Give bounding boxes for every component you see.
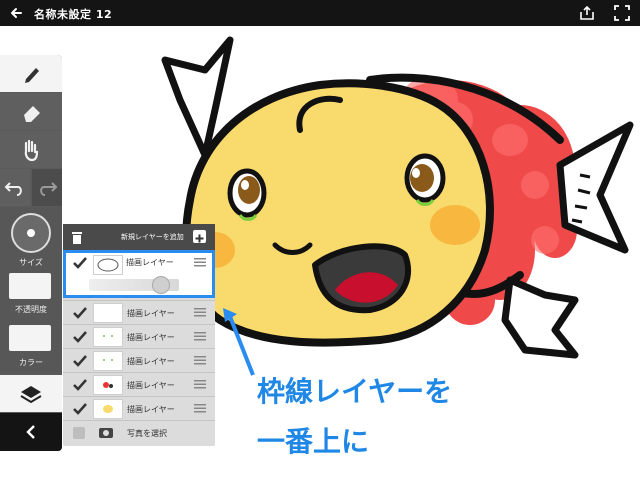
trash-icon[interactable] bbox=[71, 230, 83, 244]
layer-visibility-checkbox[interactable] bbox=[73, 331, 87, 343]
drag-handle-icon[interactable] bbox=[194, 404, 206, 413]
hand-tool-button[interactable] bbox=[0, 131, 62, 168]
undo-button[interactable] bbox=[0, 169, 30, 206]
layer-visibility-checkbox[interactable] bbox=[73, 403, 87, 415]
layers-button[interactable] bbox=[0, 375, 62, 412]
annotation-line-2: 一番上に bbox=[257, 425, 370, 458]
brush-size-control[interactable] bbox=[11, 213, 51, 253]
redo-button[interactable] bbox=[32, 169, 62, 206]
drag-handle-icon[interactable] bbox=[194, 356, 206, 365]
pen-tool-button[interactable] bbox=[0, 55, 62, 92]
opacity-label: 不透明度 bbox=[15, 305, 47, 314]
layer-row[interactable]: 描画レイヤー bbox=[63, 348, 215, 372]
opacity-swatch[interactable] bbox=[9, 273, 51, 299]
layer-visibility-checkbox[interactable] bbox=[73, 307, 87, 319]
layer-visibility-checkbox[interactable] bbox=[73, 427, 85, 439]
layer-name: 描画レイヤー bbox=[127, 357, 175, 366]
layers-header: 新規レイヤーを追加 bbox=[63, 224, 215, 250]
collapse-toolbar-button[interactable] bbox=[0, 413, 62, 451]
layer-row[interactable]: 描画レイヤー bbox=[63, 324, 215, 348]
layer-name: 描画レイヤー bbox=[127, 333, 175, 342]
instruction-annotation: 枠線レイヤーを 一番上に bbox=[257, 367, 452, 467]
layer-visibility-checkbox[interactable] bbox=[73, 379, 87, 391]
layer-thumbnail bbox=[93, 255, 123, 275]
photo-select-row[interactable]: 写真を選択 bbox=[63, 420, 215, 444]
brush-size-dot bbox=[27, 229, 35, 237]
layer-opacity-slider[interactable] bbox=[89, 276, 179, 294]
checkmark-icon bbox=[73, 257, 87, 269]
redo-icon bbox=[40, 182, 58, 196]
drag-handle-icon[interactable] bbox=[194, 380, 206, 389]
fullscreen-icon[interactable] bbox=[613, 4, 631, 22]
layer-thumbnail bbox=[93, 375, 123, 395]
share-icon[interactable] bbox=[578, 4, 596, 22]
layer-row[interactable]: 描画レイヤー bbox=[63, 372, 215, 396]
chevron-left-icon bbox=[26, 425, 35, 439]
checkmark-icon bbox=[73, 355, 87, 367]
checkmark-icon bbox=[73, 403, 87, 415]
drag-handle-icon[interactable] bbox=[194, 332, 206, 341]
pen-icon bbox=[25, 68, 39, 83]
size-label: サイズ bbox=[19, 258, 43, 267]
top-bar: 名称未設定 12 bbox=[0, 0, 640, 26]
layers-panel: 新規レイヤーを追加 描画レイヤー 描画レイヤー 描画レイヤー 描画レイヤー 描画レイヤ… bbox=[63, 224, 215, 446]
layer-name: 描画レイヤー bbox=[126, 258, 174, 267]
layer-visibility-checkbox[interactable] bbox=[73, 355, 87, 367]
tool-sidebar: サイズ 不透明度 カラー bbox=[0, 55, 62, 451]
layer-name: 写真を選択 bbox=[127, 429, 167, 438]
annotation-arrow bbox=[223, 308, 255, 376]
layer-name: 描画レイヤー bbox=[127, 405, 175, 414]
drag-handle-icon[interactable] bbox=[194, 258, 206, 267]
document-title: 名称未設定 12 bbox=[34, 8, 113, 21]
layer-thumbnail bbox=[93, 303, 123, 323]
drag-handle-icon[interactable] bbox=[194, 308, 206, 317]
layer-visibility-checkbox[interactable] bbox=[73, 257, 87, 269]
eraser-tool-button[interactable] bbox=[0, 93, 62, 130]
layer-row-selected[interactable]: 描画レイヤー bbox=[63, 250, 215, 298]
checkmark-icon bbox=[73, 331, 87, 343]
add-layer-label: 新規レイヤーを追加 bbox=[121, 233, 184, 241]
checkmark-icon bbox=[73, 307, 87, 319]
layers-icon bbox=[20, 386, 42, 404]
layer-thumbnail bbox=[93, 351, 123, 371]
layer-thumbnail bbox=[93, 399, 123, 419]
layer-thumbnail bbox=[93, 327, 123, 347]
undo-icon bbox=[4, 182, 22, 196]
color-label: カラー bbox=[19, 358, 43, 367]
eraser-icon bbox=[24, 106, 40, 122]
add-layer-button[interactable] bbox=[193, 230, 206, 243]
hand-icon bbox=[24, 139, 39, 162]
annotation-line-1: 枠線レイヤーを bbox=[257, 375, 453, 408]
checkmark-icon bbox=[73, 379, 87, 391]
slider-knob[interactable] bbox=[152, 276, 170, 294]
layer-name: 描画レイヤー bbox=[127, 381, 175, 390]
back-arrow-icon[interactable] bbox=[8, 5, 24, 21]
layer-row[interactable]: 描画レイヤー bbox=[63, 300, 215, 324]
layer-row[interactable]: 描画レイヤー bbox=[63, 396, 215, 420]
plus-icon bbox=[195, 234, 204, 243]
camera-icon bbox=[93, 423, 121, 441]
layer-name: 描画レイヤー bbox=[127, 309, 175, 318]
color-swatch[interactable] bbox=[9, 325, 51, 351]
